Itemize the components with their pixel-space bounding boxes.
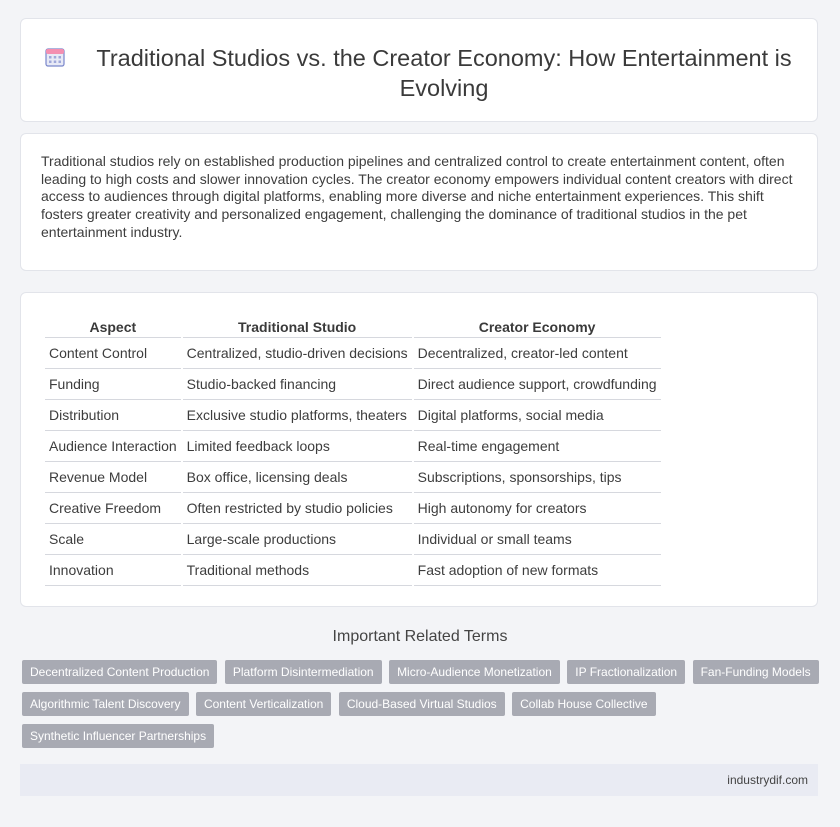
related-terms-title: Important Related Terms xyxy=(332,628,508,645)
cell-aspect: Audience Interaction xyxy=(45,431,181,462)
intro-card: Traditional studios rely on established … xyxy=(20,133,818,271)
cell-creator: Fast adoption of new formats xyxy=(413,555,661,586)
cell-aspect: Innovation xyxy=(45,555,181,586)
table-row: Audience Interaction Limited feedback lo… xyxy=(45,431,661,462)
term-tag[interactable]: Content Verticalization xyxy=(195,692,332,716)
term-tag[interactable]: Cloud-Based Virtual Studios xyxy=(338,692,505,716)
table-row: Scale Large-scale productions Individual… xyxy=(45,524,661,555)
cell-creator: Digital platforms, social media xyxy=(413,400,661,431)
term-tag[interactable]: Synthetic Influencer Partnerships xyxy=(22,724,215,748)
page-title: Traditional Studios vs. the Creator Econ… xyxy=(96,45,792,101)
cell-creator: Decentralized, creator-led content xyxy=(413,338,661,369)
table-row: Content Control Centralized, studio-driv… xyxy=(45,338,661,369)
cell-traditional: Large-scale productions xyxy=(182,524,412,555)
comparison-card: Aspect Traditional Studio Creator Econom… xyxy=(20,292,818,607)
footer-site-link[interactable]: industrydif.com xyxy=(727,773,808,787)
table-row: Creative Freedom Often restricted by stu… xyxy=(45,493,661,524)
header-traditional-studio: Traditional Studio xyxy=(182,315,412,338)
cell-aspect: Distribution xyxy=(45,400,181,431)
cell-traditional: Box office, licensing deals xyxy=(182,462,412,493)
table-row: Innovation Traditional methods Fast adop… xyxy=(45,555,661,586)
header-creator-economy: Creator Economy xyxy=(413,315,661,338)
table-row: Funding Studio-backed financing Direct a… xyxy=(45,369,661,400)
cell-creator: Direct audience support, crowdfunding xyxy=(413,369,661,400)
intro-paragraph: Traditional studios rely on established … xyxy=(41,153,793,240)
cell-traditional: Exclusive studio platforms, theaters xyxy=(182,400,412,431)
header-aspect: Aspect xyxy=(45,315,181,338)
cell-creator: Real-time engagement xyxy=(413,431,661,462)
cell-creator: High autonomy for creators xyxy=(413,493,661,524)
term-tag[interactable]: Platform Disintermediation xyxy=(224,660,382,684)
cell-aspect: Funding xyxy=(45,369,181,400)
cell-creator: Subscriptions, sponsorships, tips xyxy=(413,462,661,493)
cell-traditional: Often restricted by studio policies xyxy=(182,493,412,524)
cell-aspect: Revenue Model xyxy=(45,462,181,493)
term-tag[interactable]: Micro-Audience Monetization xyxy=(389,660,560,684)
table-row: Revenue Model Box office, licensing deal… xyxy=(45,462,661,493)
cell-aspect: Scale xyxy=(45,524,181,555)
term-tag[interactable]: IP Fractionalization xyxy=(567,660,686,684)
term-tag[interactable]: Collab House Collective xyxy=(512,692,656,716)
cell-traditional: Studio-backed financing xyxy=(182,369,412,400)
cell-traditional: Traditional methods xyxy=(182,555,412,586)
cell-traditional: Centralized, studio-driven decisions xyxy=(182,338,412,369)
comparison-table: Aspect Traditional Studio Creator Econom… xyxy=(43,315,663,586)
cell-aspect: Creative Freedom xyxy=(45,493,181,524)
title-card: Traditional Studios vs. the Creator Econ… xyxy=(20,18,818,122)
term-tag[interactable]: Algorithmic Talent Discovery xyxy=(22,692,189,716)
table-header-row: Aspect Traditional Studio Creator Econom… xyxy=(45,315,661,338)
footer: industrydif.com xyxy=(20,764,818,796)
cell-creator: Individual or small teams xyxy=(413,524,661,555)
related-terms-list: Decentralized Content Production Platfor… xyxy=(22,660,822,756)
cell-traditional: Limited feedback loops xyxy=(182,431,412,462)
cell-aspect: Content Control xyxy=(45,338,181,369)
term-tag[interactable]: Decentralized Content Production xyxy=(22,660,218,684)
table-row: Distribution Exclusive studio platforms,… xyxy=(45,400,661,431)
term-tag[interactable]: Fan-Funding Models xyxy=(692,660,819,684)
